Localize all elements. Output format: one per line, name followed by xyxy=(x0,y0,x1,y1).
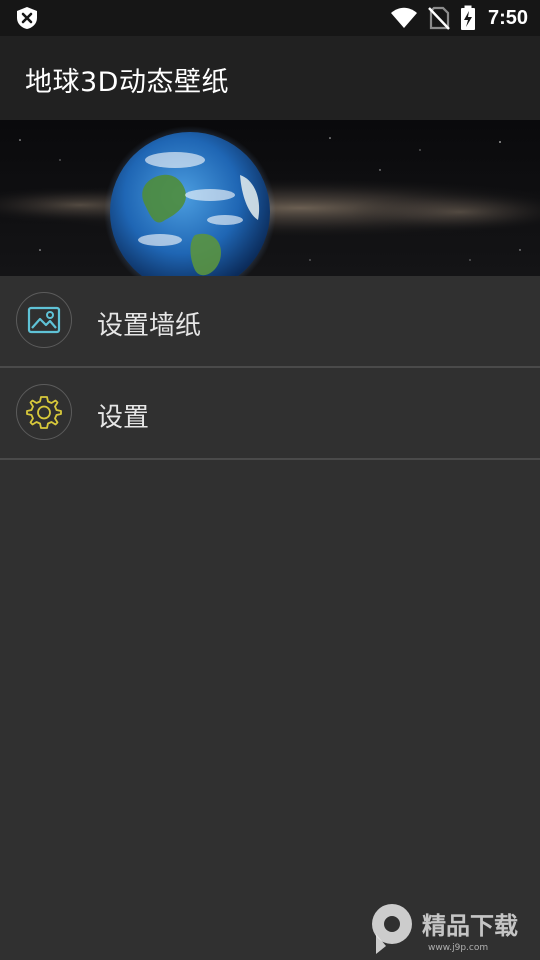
battery-charging-icon xyxy=(460,5,476,31)
gear-icon xyxy=(16,384,72,440)
watermark-url: www.j9p.com xyxy=(428,943,488,953)
shield-icon xyxy=(14,6,40,30)
status-bar: 7:50 xyxy=(0,0,540,36)
menu-item-set-wallpaper[interactable]: 设置墙纸 xyxy=(0,276,540,368)
watermark-brand: 精品下载 xyxy=(422,912,518,940)
app-bar: 地球3D动态壁纸 xyxy=(0,36,540,120)
menu-list: 设置墙纸 设置 xyxy=(0,276,540,460)
menu-item-settings[interactable]: 设置 xyxy=(0,368,540,460)
wifi-icon xyxy=(390,7,418,29)
status-time: 7:50 xyxy=(487,6,528,29)
watermark-logo: 精品下载 www.j9p.com xyxy=(366,900,536,956)
image-icon xyxy=(16,292,72,348)
page-title: 地球3D动态壁纸 xyxy=(25,67,229,98)
no-sim-icon xyxy=(428,6,450,30)
menu-item-label: 设置墙纸 xyxy=(97,311,202,341)
earth-banner-image xyxy=(0,120,540,276)
menu-item-label: 设置 xyxy=(97,403,150,433)
